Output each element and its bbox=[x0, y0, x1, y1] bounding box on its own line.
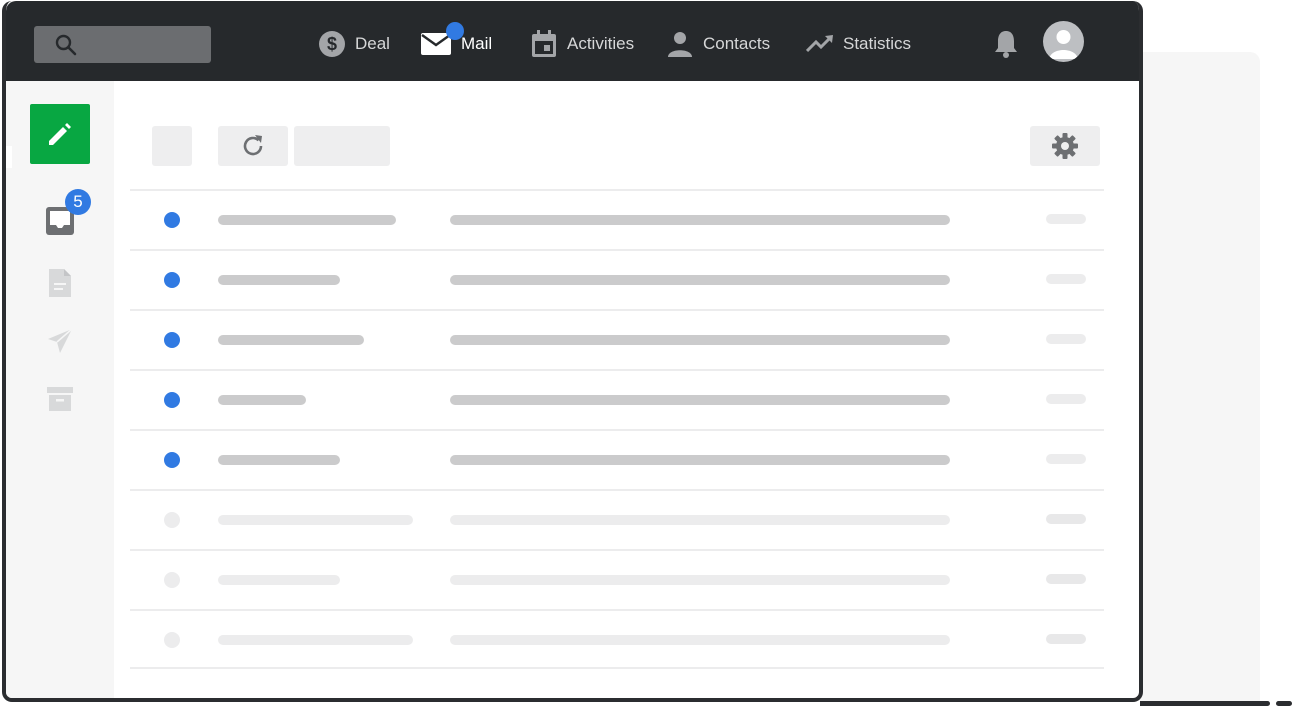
sender-placeholder bbox=[218, 395, 306, 405]
archive-icon[interactable] bbox=[46, 385, 74, 413]
nav-mail[interactable]: Mail bbox=[420, 22, 493, 61]
subject-placeholder bbox=[450, 275, 950, 285]
refresh-button[interactable] bbox=[218, 126, 288, 166]
search-icon bbox=[55, 34, 77, 56]
mail-icon bbox=[420, 22, 464, 58]
bell-icon[interactable] bbox=[992, 29, 1020, 64]
select-all-checkbox[interactable] bbox=[152, 126, 192, 166]
frame-gap bbox=[6, 146, 12, 168]
read-indicator bbox=[164, 572, 180, 588]
subject-placeholder bbox=[450, 215, 950, 225]
gear-icon bbox=[1052, 133, 1078, 159]
unread-indicator bbox=[164, 272, 180, 288]
mail-list bbox=[130, 189, 1104, 669]
nav-contacts-label: Contacts bbox=[703, 34, 771, 53]
app-window: $ Deal Mail Activities Contacts Statisti… bbox=[2, 1, 1143, 702]
svg-text:$: $ bbox=[327, 34, 337, 54]
mail-row[interactable] bbox=[130, 369, 1104, 429]
subject-placeholder bbox=[450, 635, 950, 645]
date-placeholder bbox=[1046, 394, 1086, 404]
read-indicator bbox=[164, 632, 180, 648]
sender-placeholder bbox=[218, 215, 396, 225]
date-placeholder bbox=[1046, 574, 1086, 584]
mail-row[interactable] bbox=[130, 189, 1104, 249]
mail-row[interactable] bbox=[130, 489, 1104, 549]
nav-mail-label: Mail bbox=[461, 34, 493, 53]
trending-up-icon bbox=[806, 30, 834, 58]
nav-activities-label: Activities bbox=[567, 34, 635, 53]
subject-placeholder bbox=[450, 395, 950, 405]
date-placeholder bbox=[1046, 514, 1086, 524]
more-actions-button[interactable] bbox=[294, 126, 390, 166]
document-icon[interactable] bbox=[46, 268, 74, 297]
unread-indicator bbox=[164, 332, 180, 348]
settings-button[interactable] bbox=[1030, 126, 1100, 166]
dollar-icon: $ bbox=[318, 30, 346, 58]
nav-contacts[interactable]: Contacts bbox=[666, 27, 770, 61]
mail-row[interactable] bbox=[130, 429, 1104, 489]
frame-bottom-dash bbox=[1276, 701, 1292, 706]
refresh-icon bbox=[243, 135, 263, 156]
date-placeholder bbox=[1046, 214, 1086, 224]
subject-placeholder bbox=[450, 455, 950, 465]
person-icon bbox=[666, 30, 694, 58]
sender-placeholder bbox=[218, 635, 413, 645]
date-placeholder bbox=[1046, 334, 1086, 344]
avatar[interactable] bbox=[1043, 21, 1084, 62]
sender-placeholder bbox=[218, 575, 340, 585]
pencil-icon bbox=[49, 123, 71, 145]
subject-placeholder bbox=[450, 335, 950, 345]
top-navigation-bar: $ Deal Mail Activities Contacts Statisti… bbox=[6, 1, 1139, 81]
frame-bottom-line bbox=[1140, 701, 1270, 706]
sender-placeholder bbox=[218, 455, 340, 465]
nav-statistics[interactable]: Statistics bbox=[806, 27, 911, 61]
calendar-icon bbox=[530, 30, 558, 58]
sender-placeholder bbox=[218, 515, 413, 525]
compose-button[interactable] bbox=[30, 104, 90, 164]
inbox-unread-badge: 5 bbox=[65, 189, 91, 215]
subject-placeholder bbox=[450, 575, 950, 585]
unread-indicator bbox=[164, 452, 180, 468]
subject-placeholder bbox=[450, 515, 950, 525]
mail-row[interactable] bbox=[130, 309, 1104, 369]
user-icon bbox=[1049, 30, 1078, 59]
date-placeholder bbox=[1046, 454, 1086, 464]
unread-indicator bbox=[164, 212, 180, 228]
nav-statistics-label: Statistics bbox=[843, 34, 912, 53]
background-panel bbox=[1140, 52, 1260, 702]
nav-activities[interactable]: Activities bbox=[530, 27, 634, 61]
search-box[interactable] bbox=[34, 26, 211, 63]
mail-row[interactable] bbox=[130, 609, 1104, 669]
sender-placeholder bbox=[218, 335, 364, 345]
send-icon[interactable] bbox=[46, 327, 74, 355]
nav-deal-label: Deal bbox=[355, 34, 390, 53]
read-indicator bbox=[164, 512, 180, 528]
mail-content-area bbox=[114, 81, 1139, 698]
mail-row[interactable] bbox=[130, 249, 1104, 309]
sender-placeholder bbox=[218, 275, 340, 285]
mail-row[interactable] bbox=[130, 549, 1104, 609]
date-placeholder bbox=[1046, 634, 1086, 644]
unread-indicator bbox=[164, 392, 180, 408]
date-placeholder bbox=[1046, 274, 1086, 284]
mail-notification-dot bbox=[446, 22, 464, 40]
sidebar: 5 bbox=[6, 81, 114, 698]
nav-deal[interactable]: $ Deal bbox=[318, 27, 390, 61]
